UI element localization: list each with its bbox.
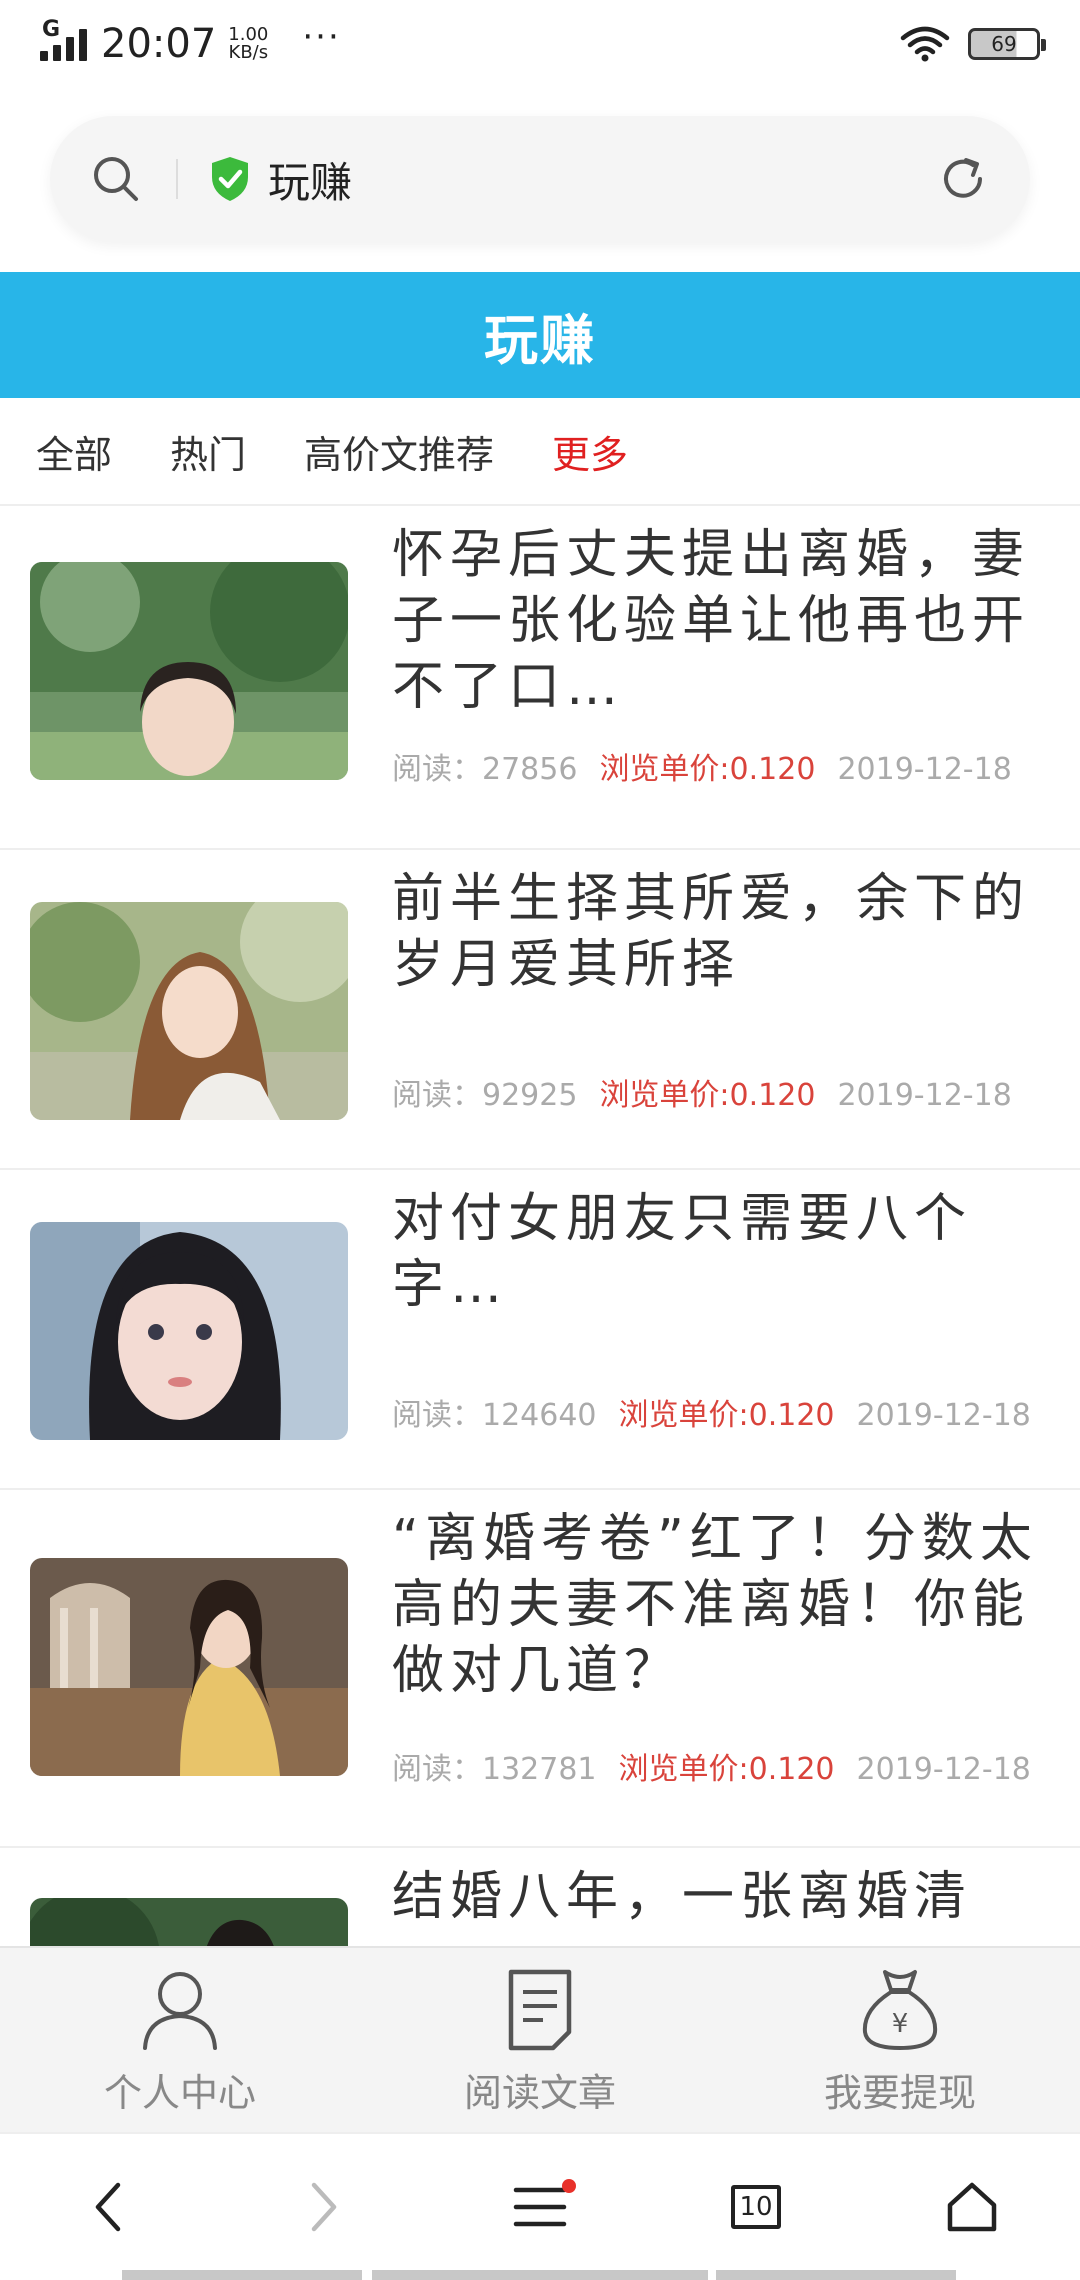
nav-label: 我要提现 bbox=[823, 2071, 976, 2115]
nav-withdraw[interactable]: ¥ 我要提现 bbox=[720, 1948, 1080, 2132]
clock: 20:07 bbox=[101, 21, 217, 67]
list-item[interactable]: “离婚考卷”红了！分数太高的夫妻不准离婚！你能做对几道？ 阅读：132781 浏览… bbox=[0, 1490, 1080, 1848]
nav-read-articles[interactable]: 阅读文章 bbox=[360, 1948, 720, 2132]
article-title[interactable]: 结婚八年，一张离婚清 bbox=[392, 1864, 1050, 1930]
home-button[interactable] bbox=[912, 2157, 1032, 2257]
list-item[interactable]: 怀孕后丈夫提出离婚，妻子一张化验单让他再也开不了口… 阅读：27856 浏览单价:… bbox=[0, 506, 1080, 850]
network-speed: 1.00 KB/s bbox=[228, 26, 268, 62]
bottom-navigation: 个人中心 阅读文章 ¥ 我要提现 bbox=[0, 1946, 1080, 2132]
status-bar: G 20:07 1.00 KB/s ··· 69 bbox=[0, 0, 1080, 88]
tab-more[interactable]: 更多 bbox=[552, 424, 628, 479]
back-button[interactable] bbox=[48, 2157, 168, 2257]
forward-button[interactable] bbox=[264, 2157, 384, 2257]
price-per-view: 浏览单价:0.120 bbox=[599, 752, 816, 787]
nav-label: 阅读文章 bbox=[463, 2071, 616, 2115]
chevron-right-icon bbox=[311, 2182, 337, 2232]
page-title: 玩赚 bbox=[484, 308, 596, 372]
svg-text:¥: ¥ bbox=[892, 2009, 909, 2039]
article-thumbnail[interactable] bbox=[30, 1898, 348, 1946]
price-per-view: 浏览单价:0.120 bbox=[618, 1398, 835, 1433]
network-type: G bbox=[42, 17, 61, 42]
speed-unit: KB/s bbox=[228, 42, 269, 63]
site-name[interactable]: 玩赚 bbox=[268, 149, 352, 210]
article-meta: 阅读：124640 浏览单价:0.120 2019-12-18 bbox=[392, 1400, 1040, 1432]
notification-dot bbox=[562, 2179, 576, 2193]
money-bag-icon: ¥ bbox=[862, 1970, 938, 2050]
app-header: 玩赚 bbox=[0, 272, 1080, 398]
article-date: 2019-12-18 bbox=[837, 752, 1012, 787]
document-icon bbox=[508, 1969, 572, 2051]
tabs-button[interactable]: 10 bbox=[696, 2157, 816, 2257]
list-item[interactable]: 对付女朋友只需要八个字… 阅读：124640 浏览单价:0.120 2019-12-… bbox=[0, 1170, 1080, 1490]
article-meta: 阅读：92925 浏览单价:0.120 2019-12-18 bbox=[392, 1080, 1040, 1112]
search-icon[interactable] bbox=[90, 153, 142, 205]
article-title[interactable]: 怀孕后丈夫提出离婚，妻子一张化验单让他再也开不了口… bbox=[392, 522, 1050, 720]
nav-label: 个人中心 bbox=[103, 2071, 256, 2115]
article-date: 2019-12-18 bbox=[856, 1398, 1031, 1433]
more-notifications-icon: ··· bbox=[302, 17, 341, 57]
gesture-bar bbox=[372, 2270, 708, 2280]
address-bar[interactable]: 玩赚 bbox=[50, 116, 1030, 242]
price-per-view: 浏览单价:0.120 bbox=[618, 1752, 835, 1787]
home-icon bbox=[947, 2182, 997, 2232]
gesture-bar bbox=[122, 2270, 362, 2280]
article-list: 怀孕后丈夫提出离婚，妻子一张化验单让他再也开不了口… 阅读：27856 浏览单价:… bbox=[0, 506, 1080, 1946]
article-thumbnail[interactable] bbox=[30, 1558, 348, 1776]
search-divider bbox=[176, 159, 178, 199]
tab-count: 10 bbox=[731, 2185, 781, 2229]
refresh-icon[interactable] bbox=[936, 152, 990, 206]
browser-toolbar: 10 bbox=[0, 2132, 1080, 2280]
tab-all[interactable]: 全部 bbox=[36, 424, 112, 479]
article-thumbnail[interactable] bbox=[30, 902, 348, 1120]
list-item[interactable]: 前半生择其所爱，余下的岁月爱其所择 阅读：92925 浏览单价:0.120 2019… bbox=[0, 850, 1080, 1170]
tab-high-price[interactable]: 高价文推荐 bbox=[304, 424, 494, 479]
read-count: 阅读：92925 bbox=[392, 1078, 578, 1113]
read-count: 阅读：132781 bbox=[392, 1752, 597, 1787]
category-tabs: 全部 热门 高价文推荐 更多 bbox=[0, 398, 1080, 506]
battery-icon: 69 bbox=[968, 28, 1046, 60]
article-date: 2019-12-18 bbox=[856, 1752, 1031, 1787]
person-icon bbox=[143, 1972, 217, 2050]
article-title[interactable]: 对付女朋友只需要八个字… bbox=[392, 1186, 1050, 1318]
article-meta: 阅读：27856 浏览单价:0.120 2019-12-18 bbox=[392, 754, 1040, 786]
shield-check-icon bbox=[212, 157, 248, 201]
read-count: 阅读：27856 bbox=[392, 752, 578, 787]
article-meta: 阅读：132781 浏览单价:0.120 2019-12-18 bbox=[392, 1754, 1040, 1786]
article-title[interactable]: 前半生择其所爱，余下的岁月爱其所择 bbox=[392, 866, 1050, 998]
menu-button[interactable] bbox=[480, 2157, 600, 2257]
battery-level: 69 bbox=[991, 32, 1017, 56]
list-item[interactable]: 结婚八年，一张离婚清 bbox=[0, 1848, 1080, 1946]
article-thumbnail[interactable] bbox=[30, 1222, 348, 1440]
signal-icon: G bbox=[40, 17, 87, 61]
tab-hot[interactable]: 热门 bbox=[170, 424, 246, 479]
nav-personal-center[interactable]: 个人中心 bbox=[0, 1948, 360, 2132]
gesture-bar bbox=[716, 2270, 956, 2280]
article-date: 2019-12-18 bbox=[837, 1078, 1012, 1113]
price-per-view: 浏览单价:0.120 bbox=[599, 1078, 816, 1113]
wifi-icon bbox=[900, 26, 950, 62]
menu-icon bbox=[513, 2187, 567, 2227]
chevron-left-icon bbox=[95, 2182, 121, 2232]
article-title[interactable]: “离婚考卷”红了！分数太高的夫妻不准离婚！你能做对几道？ bbox=[392, 1506, 1050, 1704]
article-thumbnail[interactable] bbox=[30, 562, 348, 780]
read-count: 阅读：124640 bbox=[392, 1398, 597, 1433]
